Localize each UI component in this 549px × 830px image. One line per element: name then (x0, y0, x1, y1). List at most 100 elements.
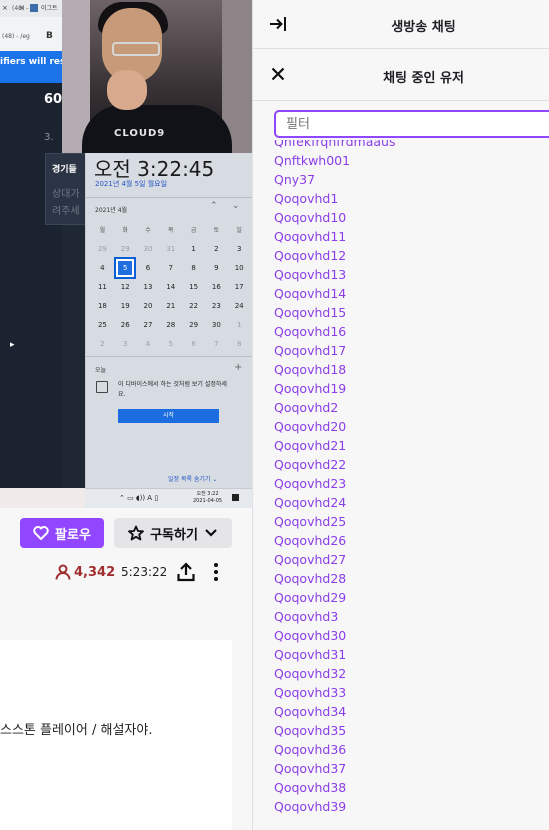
event-text: 이 디바이스에서 하는 것처럼 보기 설정하세요. (118, 381, 227, 398)
weekday-header: 토 (213, 227, 220, 234)
calendar-day: 11 (97, 283, 107, 291)
user-list-item[interactable]: Qoqovhd33 (274, 683, 395, 702)
user-list-item[interactable]: Qoqovhd32 (274, 664, 395, 683)
today-label: 오늘 (95, 367, 107, 374)
user-list-item[interactable]: Qoqovhd17 (274, 341, 395, 360)
user-list[interactable]: Qnfekfrqnfrdmaaus Qnftkwh001 Qny37 Qoqovhd1… (253, 140, 549, 830)
user-list-item[interactable]: Qoqovhd38 (274, 778, 395, 797)
user-list-item[interactable]: Qoqovhd37 (274, 759, 395, 778)
filter-input[interactable] (274, 110, 549, 138)
about-text: 스스톤 플레이어 / 해설자야. (0, 723, 153, 738)
user-list-item[interactable]: Qoqovhd23 (274, 474, 395, 493)
divider (86, 356, 252, 357)
calendar-day: 2 (100, 340, 105, 348)
calendar-day: 18 (97, 302, 107, 310)
windows-taskbar: ⌃ ▭ ◖)) A ▯ 오전 3:22 2021-04-05 (85, 488, 252, 508)
user-list-item[interactable]: Qoqovhd3 (274, 607, 395, 626)
user-list-item[interactable]: Qoqovhd21 (274, 436, 395, 455)
stream-video[interactable]: × (48) - Jeg × 이그트 (48) - /eg B ifiers w… (0, 0, 252, 508)
user-list-item[interactable]: Qoqovhd19 (274, 379, 395, 398)
webcam-overlay: CLOUD9 (62, 0, 252, 153)
calendar-day: 30 (143, 245, 153, 253)
calendar-day: 31 (166, 245, 176, 253)
user-list-item[interactable]: Qoqovhd13 (274, 265, 395, 284)
notification-icon (232, 494, 239, 501)
calendar-day: 4 (145, 340, 151, 348)
user-list-item[interactable]: Qoqovhd18 (274, 360, 395, 379)
user-list-item[interactable]: Qoqovhd10 (274, 208, 395, 227)
calendar-day: 6 (191, 340, 196, 348)
user-list-item[interactable]: Qoqovhd22 (274, 455, 395, 474)
card-body: 상대가 려주세 (52, 189, 80, 217)
calendar-day: 17 (234, 283, 244, 291)
calendar-day: 2 (214, 245, 219, 253)
notice-banner: ifiers will resu (0, 51, 62, 83)
user-list-item[interactable]: Qoqovhd34 (274, 702, 395, 721)
calendar-day: 6 (145, 264, 151, 272)
calendar-day: 23 (211, 302, 221, 310)
calendar-day: 7 (214, 340, 219, 348)
browser-tab: 이그트 (41, 5, 58, 12)
user-list-item[interactable]: Qoqovhd26 (274, 531, 395, 550)
clock-time: 오전 3:22:45 (94, 157, 215, 181)
share-icon[interactable] (177, 562, 195, 582)
user-list-item[interactable]: Qoqovhd30 (274, 626, 395, 645)
heart-icon (33, 526, 49, 540)
calendar-grid: 월 화 수 목 금 토 일 29 29 30 31 1 2 3 4 5 6 7 8 9 10 11 12 13 14 15 16 17… (91, 221, 251, 354)
viewer-count-value: 4,342 (74, 564, 116, 580)
content-heading: 60 (44, 92, 63, 107)
weekday-header: 일 (236, 227, 242, 234)
user-list-item[interactable]: Qoqovhd39 (274, 797, 395, 816)
tray-icons: ⌃ ▭ ◖)) A ▯ (119, 494, 159, 502)
users-title: 채팅 중인 유저 (383, 71, 464, 86)
url-text: (48) - /eg (2, 33, 30, 40)
person-icon (55, 564, 71, 580)
more-vertical-icon[interactable] (209, 562, 223, 582)
calendar-day: 10 (234, 264, 244, 272)
user-list-item[interactable]: Qoqovhd16 (274, 322, 395, 341)
calendar-day: 3 (122, 340, 128, 348)
calendar-day: 22 (189, 302, 199, 310)
user-list-item[interactable]: Qoqovhd29 (274, 588, 395, 607)
calendar-day: 29 (120, 245, 130, 253)
follow-button[interactable]: 팔로우 (20, 518, 104, 548)
calendar-day: 12 (120, 283, 130, 291)
user-list-item[interactable]: Qoqovhd28 (274, 569, 395, 588)
calendar-day: 15 (189, 283, 199, 291)
calendar-day: 7 (168, 264, 174, 272)
streamer-hand (107, 70, 147, 110)
user-list-item[interactable]: Qoqovhd35 (274, 721, 395, 740)
glasses-icon (112, 42, 160, 56)
user-list-item[interactable]: Qoqovhd2 (274, 398, 395, 417)
chevron-down-icon: ⌄ (232, 201, 240, 211)
user-list-item[interactable]: Qoqovhd36 (274, 740, 395, 759)
user-list-item[interactable]: Qnfekfrqnfrdmaaus (274, 140, 395, 151)
user-list-item[interactable]: Qoqovhd24 (274, 493, 395, 512)
subscribe-button[interactable]: 구독하기 (114, 518, 232, 548)
about-panel: 스스톤 플레이어 / 해설자야. (0, 640, 232, 830)
tab-close-icon: × (2, 4, 8, 12)
tab-favicon (30, 4, 38, 12)
user-list-item[interactable]: Qoqovhd12 (274, 246, 395, 265)
calendar-day: 25 (97, 321, 107, 329)
calendar-day: 24 (234, 302, 244, 310)
user-list-item[interactable]: Qoqovhd25 (274, 512, 395, 531)
user-list-item[interactable]: Qoqovhd31 (274, 645, 395, 664)
user-list-item[interactable]: Qoqovhd14 (274, 284, 395, 303)
calendar-day: 4 (100, 264, 105, 272)
calendar-day: 1 (191, 245, 196, 253)
user-list-item[interactable]: Qoqovhd20 (274, 417, 395, 436)
user-list-item[interactable]: Qoqovhd15 (274, 303, 395, 322)
browser-address-bar: (48) - /eg B (0, 17, 62, 51)
user-list-item[interactable]: Qoqovhd11 (274, 227, 395, 246)
tab-close-icon: × (19, 4, 25, 12)
user-list-item[interactable]: Qoqovhd27 (274, 550, 395, 569)
calendar-month: 2021년 4월 (95, 207, 128, 214)
user-list-item[interactable]: Qnftkwh001 (274, 151, 395, 170)
start-button: 시작 (118, 409, 219, 423)
follow-label: 팔로우 (55, 527, 91, 543)
calendar-day: 27 (143, 321, 153, 329)
user-list-item[interactable]: Qoqovhd1 (274, 189, 395, 208)
user-list-item[interactable]: Qny37 (274, 170, 395, 189)
video-bottom-strip (0, 488, 85, 508)
